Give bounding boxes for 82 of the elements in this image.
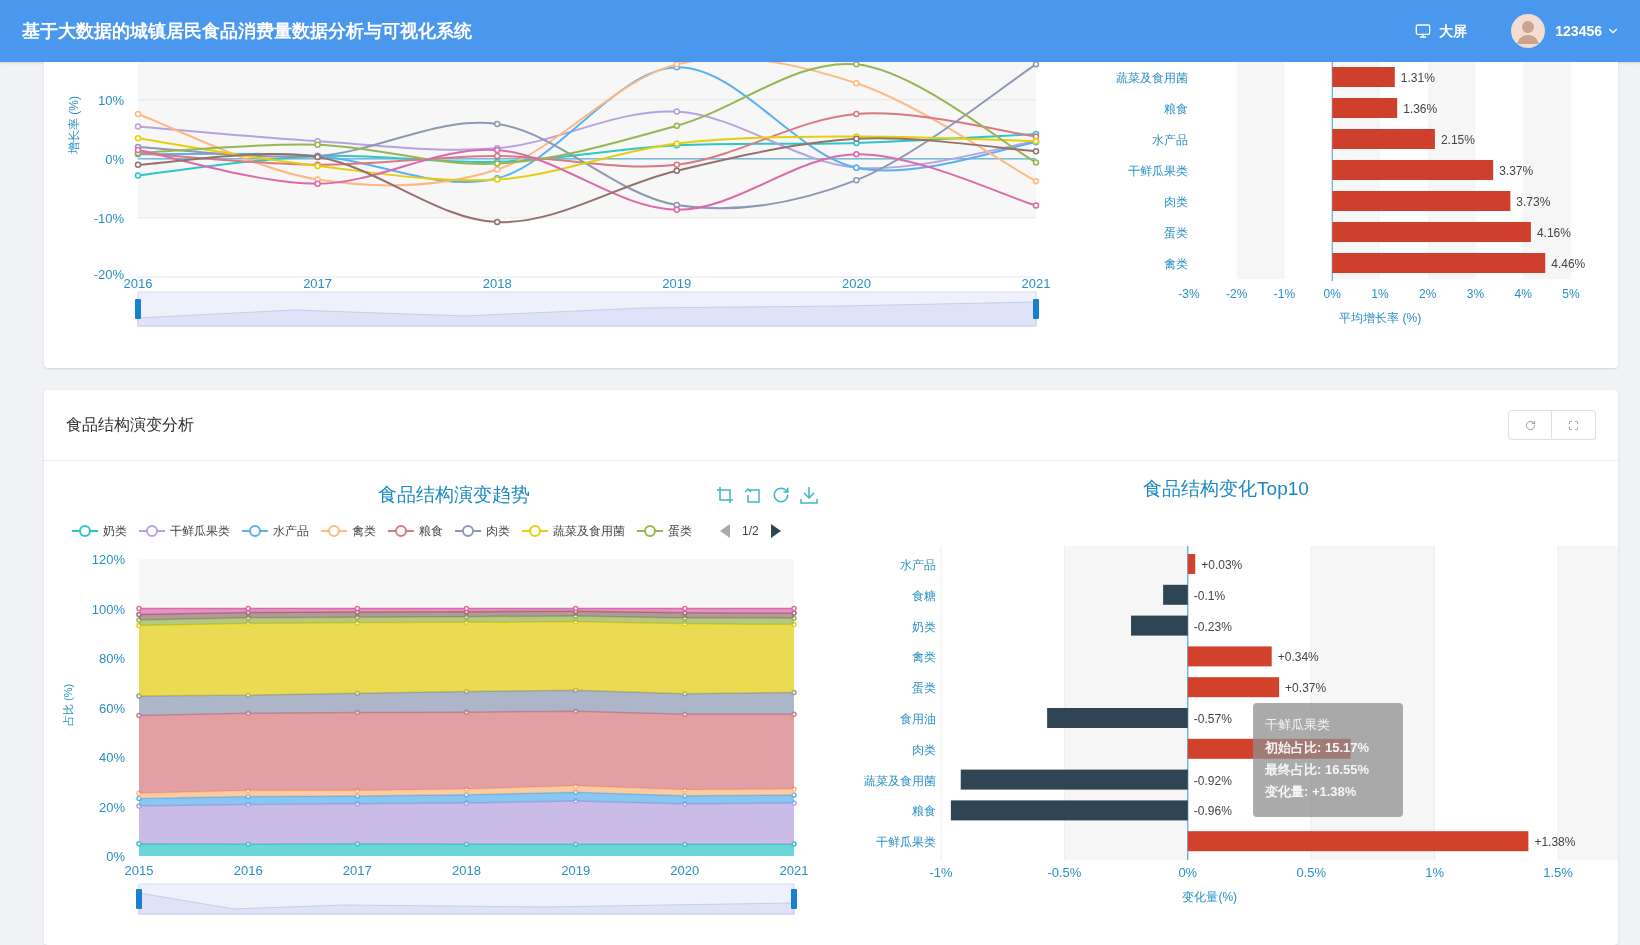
axis-label: 2019 — [662, 276, 692, 291]
value-label: -0.92% — [1193, 773, 1232, 788]
axis-label: 2017 — [342, 863, 372, 878]
axis-label: -10% — [93, 210, 124, 226]
axis-label: 2018 — [482, 276, 512, 291]
value-label: +1.38% — [1534, 835, 1576, 850]
value-label: -0.1% — [1193, 588, 1226, 603]
category-label: 食用油 — [899, 712, 936, 726]
axis-title: 变化量(%) — [1182, 890, 1238, 904]
category-label: 奶类 — [911, 619, 936, 634]
axis-label: 2021 — [779, 863, 809, 878]
axis-label: 2020 — [670, 863, 700, 878]
category-label: 干鲜瓜果类 — [875, 835, 936, 850]
axis-label: -1% — [1273, 287, 1296, 301]
category-label: 水产品 — [1152, 133, 1189, 147]
value-label: 1.36% — [1403, 102, 1438, 116]
tooltip: 干鲜瓜果类 初始占比: 15.17% 最终占比: 16.55% 变化量: +1.38% — [1253, 703, 1403, 817]
axis-label: 20% — [98, 799, 125, 815]
axis-label: 2018 — [452, 863, 481, 878]
axis-label: 0% — [1178, 865, 1198, 880]
value-label: 3.73% — [1516, 195, 1551, 209]
axis-label: 60% — [98, 700, 125, 716]
axis-label: 1% — [1371, 287, 1389, 301]
value-label: 3.37% — [1499, 164, 1534, 178]
category-label: 肉类 — [911, 742, 936, 757]
value-label: +0.34% — [1277, 650, 1319, 665]
axis-label: 2017 — [303, 276, 333, 291]
axis-label: 80% — [98, 651, 125, 666]
axis-label: 2016 — [123, 276, 153, 291]
category-label: 蔬菜及食用菌 — [1116, 71, 1189, 85]
category-label: 食糖 — [911, 588, 936, 603]
axis-label: 3% — [1466, 287, 1485, 301]
axis-title: 增长率 (%) — [67, 96, 81, 154]
axis-label: 100% — [91, 601, 125, 617]
axis-label: -0.5% — [1047, 865, 1082, 880]
axis-label: -20% — [93, 267, 124, 282]
axis-title: 平均增长率 (%) — [1339, 311, 1422, 325]
axis-label: 2021 — [1021, 276, 1051, 291]
category-label: 干鲜瓜果类 — [1128, 164, 1189, 178]
value-label: -0.23% — [1193, 619, 1232, 634]
value-label: 4.46% — [1551, 257, 1586, 271]
axis-label: 2016 — [233, 863, 263, 878]
axis-label: -2% — [1226, 287, 1248, 301]
category-label: 蔬菜及食用菌 — [863, 773, 936, 788]
axis-label: -3% — [1178, 287, 1200, 301]
value-label: +0.37% — [1285, 681, 1327, 696]
value-label: 1.31% — [1400, 71, 1435, 85]
category-label: 禽类 — [911, 650, 936, 665]
axis-label: 0% — [106, 849, 125, 864]
axis-label: -1% — [929, 865, 953, 880]
axis-label: 4% — [1514, 287, 1532, 301]
chart-title: 食品结构演变趋势 — [377, 482, 530, 507]
category-label: 肉类 — [1164, 195, 1189, 209]
category-label: 蛋类 — [911, 681, 936, 696]
value-label: -0.57% — [1193, 712, 1232, 726]
axis-label: 40% — [98, 750, 125, 765]
value-label: +0.03% — [1201, 558, 1243, 572]
axis-label: 10% — [97, 92, 124, 108]
card-title: 食品结构演变分析 — [66, 415, 194, 435]
category-label: 粮食 — [1164, 102, 1189, 116]
legend-pager: 1/2 — [742, 523, 759, 540]
category-label: 粮食 — [911, 804, 936, 819]
value-label: 4.16% — [1536, 226, 1571, 240]
axis-label: 2% — [1419, 287, 1437, 301]
category-label: 蛋类 — [1164, 226, 1189, 240]
axis-label: 0% — [1323, 287, 1341, 301]
value-label: -0.96% — [1193, 804, 1232, 819]
category-label: 禽类 — [1164, 257, 1189, 271]
value-label: 2.15% — [1440, 133, 1475, 147]
app-title: 基于大数据的城镇居民食品消费量数据分析与可视化系统 — [22, 19, 472, 43]
axis-label: 1% — [1425, 865, 1444, 880]
axis-label: 5% — [1562, 287, 1580, 301]
axis-label: 0.5% — [1296, 865, 1326, 880]
axis-label: 120% — [91, 552, 125, 567]
axis-label: 2015 — [124, 863, 154, 878]
category-label: 水产品 — [899, 558, 936, 572]
axis-title: 占比 (%) — [62, 683, 74, 727]
chart-title: 食品结构变化Top10 — [1143, 477, 1309, 501]
axis-label: 0% — [105, 151, 124, 167]
axis-label: 2020 — [841, 276, 871, 291]
axis-label: 1.5% — [1543, 865, 1573, 880]
axis-label: 2019 — [561, 863, 591, 878]
